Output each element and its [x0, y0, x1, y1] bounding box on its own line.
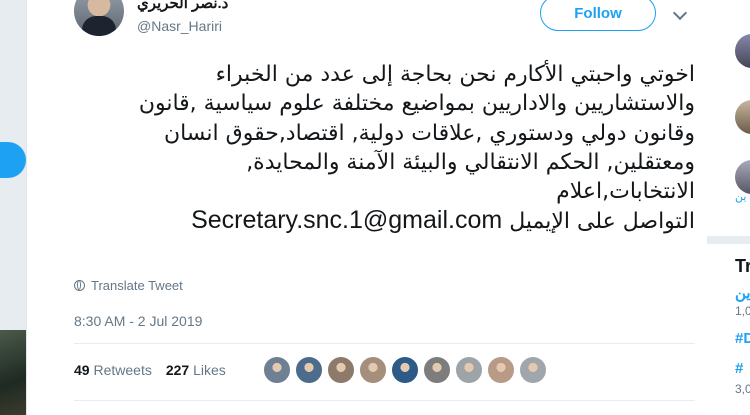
retweets-count: 49 [74, 362, 90, 378]
retweets-stat[interactable]: 49 Retweets [74, 362, 152, 378]
tweet-text-line: الانتخابات,اعلام [556, 179, 695, 205]
tweet-compose-button[interactable] [0, 142, 26, 178]
trend-item[interactable]: #D [735, 330, 750, 347]
liker-avatar[interactable] [359, 356, 387, 384]
liker-avatar[interactable] [455, 356, 483, 384]
trend-count: 3,0 [735, 382, 750, 396]
trend-count: 1,0 [735, 304, 750, 318]
tweet-text-line: والاستشاريين والاداريين بمواضيع مختلفة ع… [138, 91, 695, 117]
avatar[interactable] [74, 0, 124, 36]
liker-avatars [263, 356, 547, 384]
tweet-text-line: اخوتي واحبتي الأكارم نحن بحاجة إلى عدد م… [215, 62, 695, 87]
tweet-stats: 49 Retweets 227 Likes [74, 362, 226, 378]
user-handle[interactable]: @Nasr_Hariri [137, 18, 222, 34]
liker-avatar[interactable] [327, 356, 355, 384]
liker-avatar[interactable] [519, 356, 547, 384]
tweet-text-line: ومعتقلين, الحكم الانتقالي والبيئة الآمنة… [246, 149, 695, 175]
liker-avatar[interactable] [487, 356, 515, 384]
divider [74, 343, 695, 344]
tweet-card: د.نصر الحريري @Nasr_Hariri Follow اخوتي … [26, 0, 709, 415]
suggested-user-link[interactable]: ين [735, 190, 746, 203]
divider [74, 400, 695, 401]
email-link[interactable]: Secretary.snc.1@gmail.com [191, 206, 502, 234]
translate-tweet-link[interactable]: Translate Tweet [74, 278, 183, 293]
contact-line: التواصل على الإيميل Secretary.snc.1@gmai… [89, 206, 695, 236]
tweet-timestamp[interactable]: 8:30 AM - 2 Jul 2019 [74, 313, 202, 329]
likes-label: Likes [193, 362, 226, 378]
contact-prefix: التواصل على الإيميل [509, 209, 695, 235]
translate-label: Translate Tweet [91, 278, 183, 293]
trend-item[interactable]: # [735, 360, 743, 377]
liker-avatar[interactable] [423, 356, 451, 384]
trends-heading: Tr [735, 256, 750, 276]
globe-icon [74, 280, 85, 291]
divider [707, 236, 750, 244]
tweet-text: اخوتي واحبتي الأكارم نحن بحاجة إلى عدد م… [89, 60, 695, 237]
left-column [0, 0, 26, 415]
display-name[interactable]: د.نصر الحريري [137, 0, 228, 12]
chevron-down-icon[interactable] [672, 5, 688, 21]
trend-item[interactable]: ين [735, 284, 750, 302]
suggested-user-avatar[interactable] [735, 34, 750, 68]
suggested-user-avatar[interactable] [735, 160, 750, 194]
liker-avatar[interactable] [263, 356, 291, 384]
retweets-label: Retweets [93, 362, 152, 378]
follow-button[interactable]: Follow [540, 0, 656, 31]
liker-avatar[interactable] [295, 356, 323, 384]
right-sidebar: ين Tr ين 1,0 #D # 3,0 [707, 0, 750, 415]
tweet-text-line: وقانون دولي ودستوري ,علاقات دولية, اقتصا… [163, 120, 695, 146]
suggested-user-avatar[interactable] [735, 100, 750, 134]
left-media-thumbnail[interactable] [0, 330, 26, 415]
likes-stat[interactable]: 227 Likes [166, 362, 226, 378]
likes-count: 227 [165, 362, 190, 378]
liker-avatar[interactable] [391, 356, 419, 384]
